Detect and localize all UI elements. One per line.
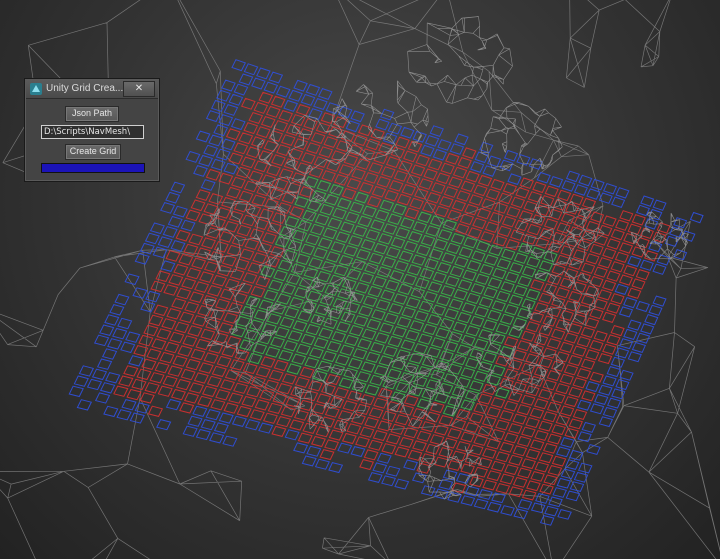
create-grid-button[interactable]: Create Grid (65, 144, 121, 160)
window-title: Unity Grid Crea... (46, 83, 124, 94)
close-button[interactable]: ✕ (123, 81, 155, 97)
title-bar[interactable]: Unity Grid Crea... ✕ (26, 80, 158, 99)
json-path-button[interactable]: Json Path (65, 106, 119, 122)
3d-viewport[interactable]: Unity Grid Crea... ✕ Json Path D:\Script… (0, 0, 720, 559)
app-3d-icon (30, 83, 42, 95)
json-path-field[interactable]: D:\Scripts\NavMesh\ (41, 125, 144, 139)
unity-grid-creator-window: Unity Grid Crea... ✕ Json Path D:\Script… (24, 78, 160, 182)
progress-fill (42, 164, 144, 172)
progress-bar (41, 163, 145, 173)
